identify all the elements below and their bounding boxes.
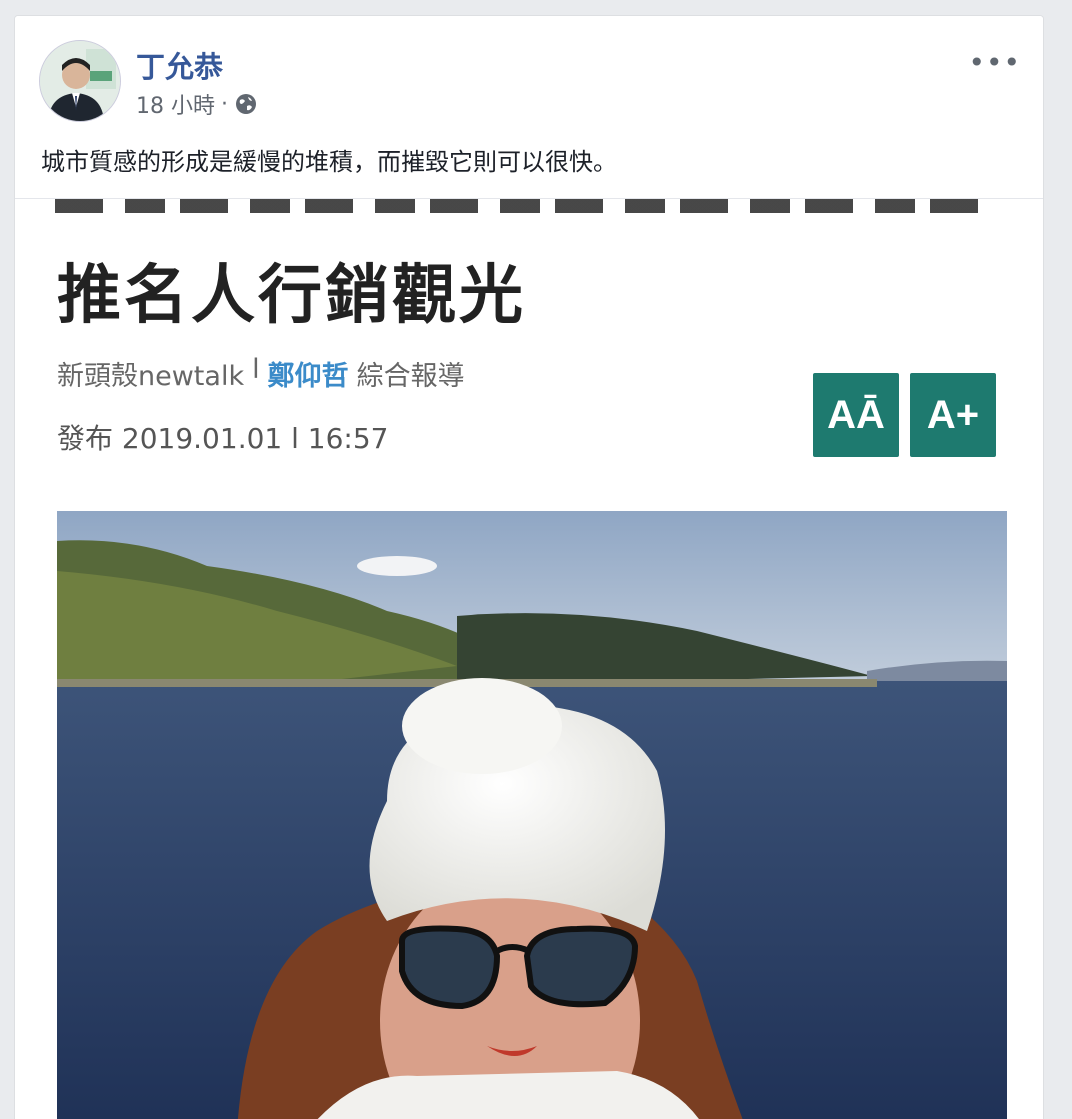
byline-divider: l	[252, 354, 260, 385]
post-text: 城市質感的形成是緩慢的堆積，而摧毀它則可以很快。	[41, 148, 617, 176]
font-decrease-button: AĀ	[813, 373, 899, 457]
article-source: 新頭殼newtalk	[57, 361, 245, 392]
post-meta: 18 小時 ·	[136, 88, 258, 120]
article-report-type: 綜合報導	[356, 361, 465, 392]
post-time[interactable]: 18 小時	[136, 88, 215, 120]
author-name[interactable]: 丁允恭	[136, 44, 223, 86]
article-headline: 推名人行銷觀光	[57, 259, 526, 333]
article-reporter: 鄭仰哲	[267, 361, 349, 392]
avatar-image	[40, 41, 120, 121]
article-date: 發布 2019.01.01 l 16:57	[57, 422, 389, 455]
font-increase-button: A+	[910, 373, 996, 457]
article-byline: 新頭殼newtalk l 鄭仰哲 綜合報導	[57, 354, 465, 393]
facebook-post-card: 丁允恭 18 小時 · ••• 城市質感的形成是緩慢的堆積，而摧毀它則可以很快。…	[14, 15, 1044, 1119]
author-avatar[interactable]	[39, 40, 121, 122]
meta-separator: ·	[221, 91, 228, 117]
article-photo	[57, 511, 1007, 1119]
post-header: 丁允恭 18 小時 · ••• 城市質感的形成是緩慢的堆積，而摧毀它則可以很快。	[15, 16, 1043, 199]
shared-article-image[interactable]: 推名人行銷觀光 新頭殼newtalk l 鄭仰哲 綜合報導 發布 2019.01…	[15, 189, 1043, 1119]
more-options-icon[interactable]: •••	[968, 46, 1021, 79]
globe-icon[interactable]	[234, 92, 258, 116]
